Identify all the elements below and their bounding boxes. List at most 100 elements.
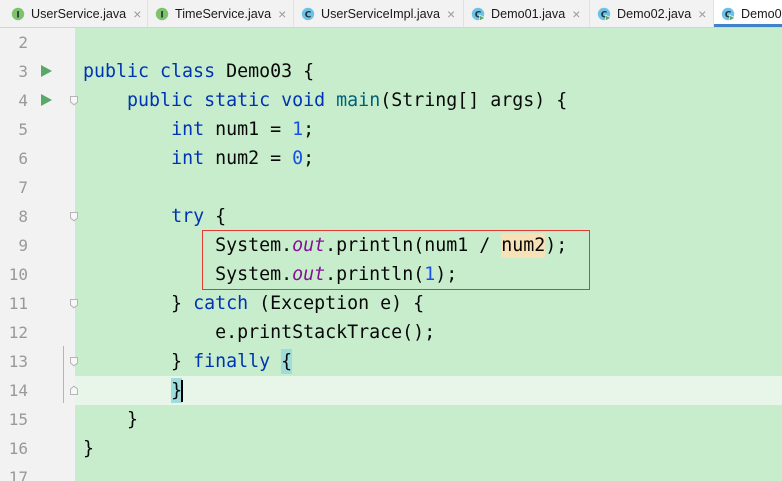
annotation-red-box — [202, 230, 590, 290]
code-token-plain: { — [281, 349, 293, 374]
code-line[interactable]: 11 } catch (Exception e) { — [0, 289, 782, 318]
code-line[interactable]: 2 — [0, 28, 782, 57]
code-token-keyword: public class — [83, 61, 216, 82]
code-line[interactable]: 16} — [0, 434, 782, 463]
icon-letter: I — [160, 10, 163, 20]
fold-start-icon[interactable] — [69, 95, 79, 106]
code-text: e.printStackTrace(); — [83, 318, 435, 347]
editor-tab-bar: I UserService.java × I TimeService.java × C Use… — [0, 0, 782, 28]
tab-demo0[interactable]: C Demo0 — [714, 0, 782, 27]
code-token-plain: num1 = — [204, 119, 293, 140]
runnable-class-icon: C — [597, 7, 611, 21]
code-token-number: 0 — [292, 148, 304, 169]
code-text: public class Demo03 { — [83, 57, 314, 86]
tab-demo02-java[interactable]: C Demo02.java × — [590, 0, 714, 27]
code-token-keyword: int — [171, 148, 205, 169]
tab-label: UserServiceImpl.java — [321, 6, 440, 21]
line-number: 5 — [18, 120, 28, 139]
line-number: 15 — [8, 410, 28, 429]
code-line[interactable]: 5 int num1 = 1; — [0, 115, 782, 144]
code-line[interactable]: 4 public static void main(String[] args)… — [0, 86, 782, 115]
fold-start-icon[interactable] — [69, 211, 79, 222]
code-line[interactable]: 13 } finally { — [0, 347, 782, 376]
interface-icon: I — [11, 7, 25, 21]
code-editor[interactable]: 2 3 public class Demo03 {4 public static v… — [0, 28, 782, 481]
brace-scope-line — [63, 346, 64, 403]
tab-timeservice-java[interactable]: I TimeService.java × — [148, 0, 294, 27]
icon-letter: I — [16, 10, 19, 20]
code-line[interactable]: 7 — [0, 173, 782, 202]
code-token-keyword: try — [171, 206, 205, 227]
text-caret — [181, 380, 184, 402]
code-token-number: 1 — [292, 119, 304, 140]
tab-label: UserService.java — [31, 6, 127, 21]
tab-close-button[interactable]: × — [698, 6, 706, 22]
tab-userservice-java[interactable]: I UserService.java × — [4, 0, 148, 27]
code-token-plain: (String[] args) { — [380, 90, 568, 111]
code-token-plain: } — [83, 293, 194, 314]
line-number: 4 — [18, 91, 28, 110]
code-token-method-declaration: main — [336, 90, 381, 111]
line-number: 12 — [8, 323, 28, 342]
code-text: } finally { — [83, 347, 293, 376]
line-number: 13 — [8, 352, 28, 371]
code-text: int num2 = 0; — [83, 144, 314, 173]
tab-label: TimeService.java — [175, 6, 272, 21]
runnable-class-icon: C — [471, 7, 485, 21]
fold-end-icon[interactable] — [69, 385, 79, 396]
code-text: } — [83, 405, 138, 434]
tab-close-button[interactable]: × — [133, 6, 141, 22]
code-token-plain: (Exception e) { — [248, 293, 425, 314]
class-icon: C — [301, 7, 315, 21]
line-number: 9 — [18, 236, 28, 255]
line-number: 6 — [18, 149, 28, 168]
code-token-plain: { — [204, 206, 227, 227]
tab-demo01-java[interactable]: C Demo01.java × — [464, 0, 590, 27]
line-number: 10 — [8, 265, 28, 284]
code-text: } catch (Exception e) { — [83, 289, 424, 318]
tab-close-button[interactable]: × — [447, 6, 455, 22]
code-line[interactable]: 6 int num2 = 0; — [0, 144, 782, 173]
tab-label: Demo02.java — [617, 6, 692, 21]
fold-start-icon[interactable] — [69, 356, 79, 367]
code-token-plain: ; — [303, 119, 315, 140]
line-number: 7 — [18, 178, 28, 197]
tab-userserviceimpl-java[interactable]: C UserServiceImpl.java × — [294, 0, 464, 27]
tab-label: Demo01.java — [491, 6, 566, 21]
active-tab-indicator — [714, 24, 782, 27]
code-token-keyword: public static void — [127, 90, 326, 111]
fold-start-icon[interactable] — [69, 298, 79, 309]
code-token-plain: } — [83, 409, 139, 430]
line-number: 3 — [18, 62, 28, 81]
interface-icon: I — [155, 7, 169, 21]
code-token-plain: ; — [303, 148, 315, 169]
code-line[interactable]: 17 — [0, 463, 782, 481]
code-line[interactable]: 15 } — [0, 405, 782, 434]
line-number: 17 — [8, 468, 28, 481]
code-text: } — [83, 434, 94, 463]
code-line[interactable]: 12 e.printStackTrace(); — [0, 318, 782, 347]
code-token-plain: e.printStackTrace(); — [83, 322, 436, 343]
tab-close-button[interactable]: × — [278, 6, 286, 22]
run-icon[interactable] — [41, 65, 52, 77]
tab-close-button[interactable]: × — [572, 6, 580, 22]
line-number: 8 — [18, 207, 28, 226]
code-text: try { — [83, 202, 226, 231]
code-line[interactable]: 8 try { — [0, 202, 782, 231]
code-token-plain: } — [83, 438, 95, 459]
code-token-keyword: finally — [193, 351, 271, 372]
line-number: 16 — [8, 439, 28, 458]
run-icon[interactable] — [41, 94, 52, 106]
code-token-plain: Demo03 { — [215, 61, 315, 82]
line-number: 11 — [8, 294, 28, 313]
code-line[interactable]: 14 } — [0, 376, 782, 405]
code-line[interactable]: 3 public class Demo03 { — [0, 57, 782, 86]
code-token-plain: } — [83, 351, 194, 372]
code-token-keyword: int — [171, 119, 205, 140]
